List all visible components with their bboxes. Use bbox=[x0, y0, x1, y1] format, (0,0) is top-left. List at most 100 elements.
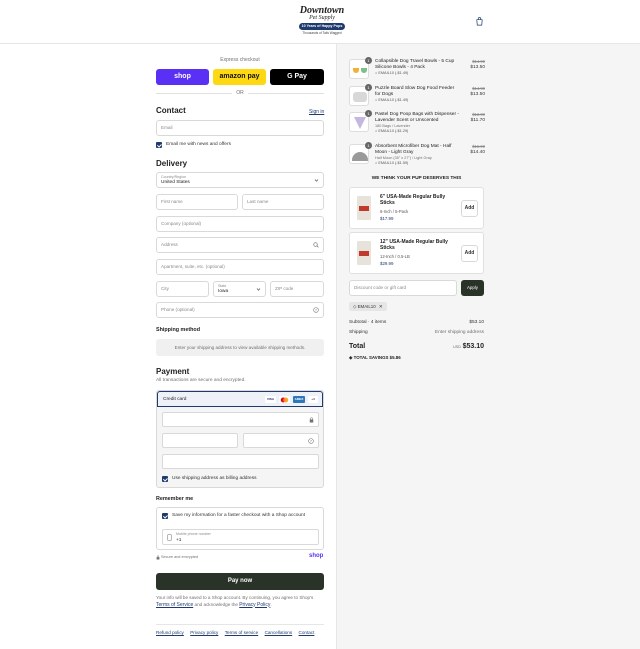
item-discount: ⌂ EMAIL10 (-$1.49) bbox=[375, 71, 409, 75]
mobile-phone-field[interactable]: Mobile phone number +1 bbox=[162, 529, 319, 545]
footer-links: Refund policy Privacy policy Terms of se… bbox=[156, 630, 319, 636]
help-icon[interactable]: ? bbox=[313, 307, 319, 313]
phone-field[interactable]: Phone (optional) ? bbox=[156, 302, 324, 318]
google-pay-button[interactable]: G Pay bbox=[270, 69, 324, 85]
quantity-badge: 1 bbox=[365, 110, 372, 117]
pay-now-button[interactable]: Pay now bbox=[156, 573, 324, 590]
item-price: $14.99 $13.50 bbox=[470, 59, 485, 71]
amazon-pay-button[interactable]: amazon pay bbox=[213, 69, 266, 85]
subtotal-label: Subtotal · 4 items bbox=[349, 320, 387, 325]
state-select[interactable]: State Iowa bbox=[213, 281, 266, 297]
store-logo[interactable]: Downtown Pet Supply 10 Years of Happy Pu… bbox=[295, 6, 349, 38]
contact-link[interactable]: Contact bbox=[299, 630, 315, 635]
terms-of-service-footer-link[interactable]: Terms of service bbox=[225, 630, 258, 635]
upsell-variant: 6-Inch / 5-Pack bbox=[380, 209, 409, 214]
upsell-name: 6" USA-Made Regular Bully Sticks bbox=[380, 194, 446, 206]
terms-intro: Your info will be saved to a Shop accoun… bbox=[156, 595, 314, 600]
item-discount-code: EMAIL10 (-$1.59) bbox=[378, 161, 409, 165]
state-label: State bbox=[218, 284, 227, 288]
terms-and: and acknowledge the bbox=[194, 601, 238, 607]
cart-item: 1 Absorbent Microfiber Dog Mat - Half Mo… bbox=[349, 142, 485, 166]
discount-code-field[interactable]: Discount code or gift card bbox=[349, 280, 457, 296]
country-select[interactable]: Country/Region United States bbox=[156, 172, 324, 188]
remember-me-heading: Remember me bbox=[156, 496, 194, 502]
item-info: Absorbent Microfiber Dog Mat - Half Moon… bbox=[375, 144, 459, 166]
sign-in-link[interactable]: Sign in bbox=[309, 109, 324, 115]
billing-label: Use shipping address as billing address bbox=[172, 476, 257, 481]
upsell-name: 12" USA-Made Regular Bully Sticks bbox=[380, 239, 448, 251]
apply-button[interactable]: Apply bbox=[461, 280, 484, 296]
delivery-heading: Delivery bbox=[156, 159, 188, 168]
item-discount-code: EMAIL10 (-$1.29) bbox=[378, 129, 409, 133]
zip-field[interactable]: ZIP code bbox=[270, 281, 324, 297]
last-name-field[interactable]: Last name bbox=[242, 194, 324, 210]
upsell-card: 6" USA-Made Regular Bully Sticks 6-Inch … bbox=[349, 187, 484, 229]
add-upsell-button[interactable]: Add bbox=[461, 200, 478, 217]
logo-tagline: Thousands of Tails Wagged bbox=[302, 31, 342, 35]
email-field[interactable]: Email bbox=[156, 120, 324, 136]
subtotal-value: $53.10 bbox=[469, 320, 484, 325]
quantity-badge: 1 bbox=[365, 57, 372, 64]
header: Downtown Pet Supply 10 Years of Happy Pu… bbox=[0, 0, 640, 44]
shop-pay-button[interactable]: shop bbox=[156, 69, 209, 85]
item-info: Collapsible Dog Travel Bowls - 5 Cup Sil… bbox=[375, 59, 459, 76]
item-name: Collapsible Dog Travel Bowls - 5 Cup Sil… bbox=[375, 59, 455, 70]
applied-code: EMAIL10 bbox=[357, 304, 376, 309]
quantity-badge: 1 bbox=[365, 142, 372, 149]
upsell-heading: WE THINK YOUR PUP DESERVES THIS bbox=[371, 176, 462, 181]
card-number-field[interactable] bbox=[162, 412, 319, 427]
savings-icon: ◈ bbox=[349, 355, 353, 360]
item-info: Pastel Dog Poop Bags with Dispenser - La… bbox=[375, 112, 459, 134]
chevron-down-icon bbox=[256, 288, 261, 291]
more-cards-icon: +4 bbox=[308, 396, 318, 403]
svg-text:?: ? bbox=[310, 439, 312, 443]
total-savings-row: ◈ TOTAL SAVINGS $5.86 bbox=[349, 355, 484, 361]
payment-heading: Payment bbox=[156, 367, 190, 376]
terms-period: . bbox=[270, 601, 272, 607]
company-field[interactable]: Company (optional) bbox=[156, 216, 324, 232]
item-name: Absorbent Microfiber Dog Mat - Half Moon… bbox=[375, 144, 452, 155]
phone-icon bbox=[167, 534, 172, 541]
add-upsell-button[interactable]: Add bbox=[461, 245, 478, 262]
item-new-price: $11.70 bbox=[470, 118, 485, 123]
savings-value: $5.86 bbox=[389, 355, 401, 360]
shipping-method-note: Enter your shipping address to view avai… bbox=[156, 339, 324, 356]
shipping-method-heading: Shipping method bbox=[156, 327, 201, 333]
security-code-field[interactable]: ? bbox=[243, 433, 319, 448]
lock-icon bbox=[309, 417, 314, 423]
privacy-policy-footer-link[interactable]: Privacy policy bbox=[190, 630, 218, 635]
amex-icon: AMEX bbox=[293, 396, 305, 403]
logo-line1: Downtown bbox=[299, 5, 345, 16]
upsell-price: $29.99 bbox=[380, 261, 394, 266]
cancellations-link[interactable]: Cancellations bbox=[265, 630, 293, 635]
name-on-card-field[interactable] bbox=[162, 454, 319, 469]
billing-checkbox[interactable] bbox=[162, 476, 168, 482]
city-field[interactable]: City bbox=[156, 281, 209, 297]
savings-label: TOTAL SAVINGS bbox=[353, 355, 389, 360]
save-info-checkbox[interactable] bbox=[162, 513, 168, 519]
subtotal-row: Subtotal · 4 items $53.10 bbox=[349, 320, 484, 325]
mobile-phone-label: Mobile phone number bbox=[176, 532, 211, 536]
remove-code-icon[interactable]: ✕ bbox=[379, 304, 383, 309]
lock-icon bbox=[156, 555, 160, 560]
address-field[interactable]: Address bbox=[156, 237, 324, 253]
apartment-field[interactable]: Apartment, suite, etc. (optional) bbox=[156, 259, 324, 275]
privacy-policy-link[interactable]: Privacy Policy bbox=[239, 602, 270, 608]
first-name-field[interactable]: First name bbox=[156, 194, 238, 210]
search-icon bbox=[313, 242, 319, 248]
shipping-value: Enter shipping address bbox=[434, 330, 484, 335]
currency: USD bbox=[452, 345, 461, 349]
address-placeholder: Address bbox=[161, 242, 178, 247]
help-icon[interactable]: ? bbox=[308, 438, 314, 444]
cart-item: 1 Puzzle Board Slow Dog Food Feeder for … bbox=[349, 84, 485, 108]
tag-icon: ◇ bbox=[353, 304, 357, 309]
credit-card-option[interactable]: Credit card VISA AMEX +4 bbox=[157, 391, 323, 407]
shipping-row: Shipping Enter shipping address bbox=[349, 330, 484, 335]
news-checkbox[interactable] bbox=[156, 142, 162, 148]
shopping-bag-icon[interactable] bbox=[475, 17, 484, 26]
expiration-field[interactable] bbox=[162, 433, 238, 448]
terms-of-service-link[interactable]: Terms of Service bbox=[156, 602, 193, 608]
product-image bbox=[357, 241, 371, 265]
item-info: Puzzle Board Slow Dog Food Feeder for Do… bbox=[375, 86, 459, 103]
refund-policy-link[interactable]: Refund policy bbox=[156, 630, 184, 635]
